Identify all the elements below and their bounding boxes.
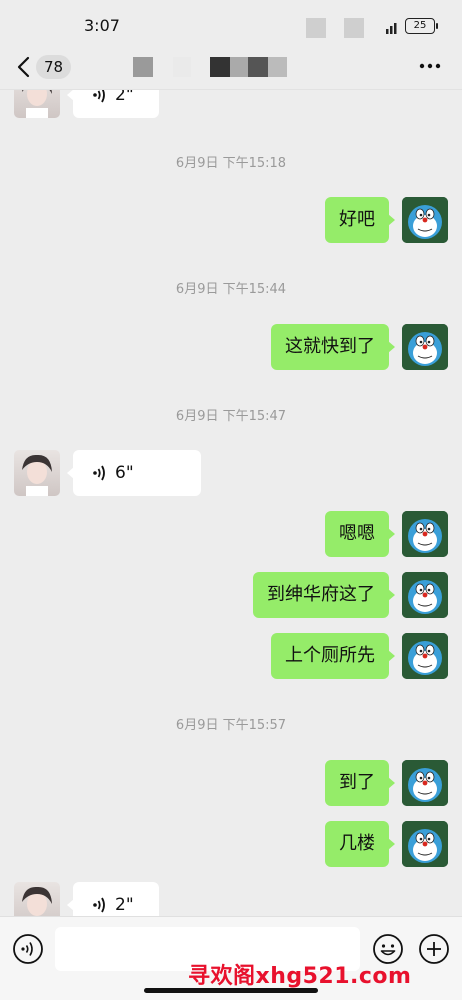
contact-name-pixelated: [133, 57, 287, 77]
more-icon[interactable]: [418, 56, 442, 76]
my-avatar[interactable]: [402, 572, 448, 618]
text-message[interactable]: 几楼: [325, 821, 395, 867]
status-blur-block: [306, 18, 326, 38]
plus-icon[interactable]: [418, 933, 450, 965]
watermark: 寻欢阁xhg521.com: [188, 964, 412, 989]
my-avatar[interactable]: [402, 760, 448, 806]
message-list[interactable]: 2" 6月9日 下午15:18 好吧 6月9日 下午15:44 这就快到了 6月…: [0, 90, 462, 916]
my-avatar[interactable]: [402, 821, 448, 867]
voice-message[interactable]: 2": [67, 882, 159, 916]
my-avatar[interactable]: [402, 324, 448, 370]
text-message[interactable]: 到了: [325, 760, 395, 806]
back-icon[interactable]: [14, 54, 36, 80]
voice-duration: 2": [115, 90, 134, 105]
unread-count-badge[interactable]: 78: [36, 55, 72, 79]
contact-avatar[interactable]: [14, 90, 60, 118]
message-timestamp: 6月9日 下午15:44: [175, 282, 287, 297]
contact-avatar[interactable]: [14, 450, 60, 496]
voice-duration: 2": [115, 895, 134, 915]
voice-duration: 6": [115, 463, 134, 483]
status-bar: 3:07 25: [0, 0, 462, 44]
my-avatar[interactable]: [402, 633, 448, 679]
my-avatar[interactable]: [402, 197, 448, 243]
voice-message[interactable]: 6": [67, 450, 201, 496]
status-time: 3:07: [84, 16, 120, 35]
text-message[interactable]: 嗯嗯: [325, 511, 395, 557]
voice-icon: [93, 90, 105, 103]
home-indicator[interactable]: [144, 988, 318, 993]
chat-header: 78: [0, 44, 462, 90]
contact-avatar[interactable]: [14, 882, 60, 916]
battery-icon: 25: [405, 18, 438, 34]
text-message[interactable]: 到绅华府这了: [253, 572, 395, 618]
message-timestamp: 6月9日 下午15:18: [175, 156, 287, 171]
text-message[interactable]: 好吧: [325, 197, 395, 243]
voice-message[interactable]: 2": [67, 90, 159, 118]
message-timestamp: 6月9日 下午15:47: [175, 409, 287, 424]
message-timestamp: 6月9日 下午15:57: [175, 718, 287, 733]
voice-icon: [93, 465, 105, 481]
text-message[interactable]: 这就快到了: [271, 324, 395, 370]
status-blur-block: [344, 18, 364, 38]
my-avatar[interactable]: [402, 511, 448, 557]
text-message[interactable]: 上个厕所先: [271, 633, 395, 679]
voice-icon: [93, 897, 105, 913]
signal-icon: [386, 23, 397, 34]
voice-input-toggle-icon[interactable]: [12, 933, 44, 965]
